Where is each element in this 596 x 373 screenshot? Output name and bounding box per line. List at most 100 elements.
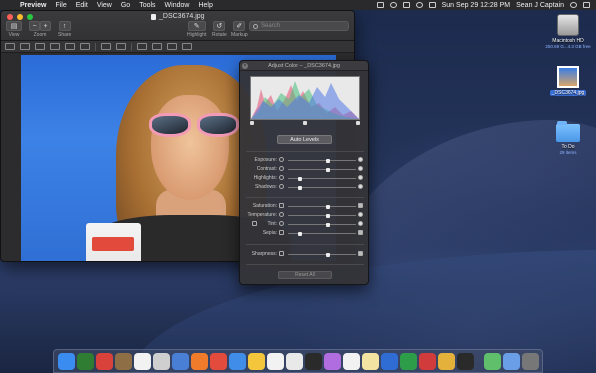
minimize-window-button[interactable] bbox=[17, 14, 23, 20]
highlights-knob[interactable] bbox=[297, 177, 302, 181]
close-panel-button[interactable]: × bbox=[242, 63, 248, 69]
selection-tool-icon[interactable] bbox=[5, 43, 15, 50]
dock-app-icon[interactable] bbox=[248, 352, 265, 370]
dock-app-icon[interactable] bbox=[324, 352, 341, 370]
dock-app-icon[interactable] bbox=[172, 352, 189, 370]
temperature-knob[interactable] bbox=[326, 214, 331, 218]
sharpness-slider[interactable] bbox=[288, 253, 356, 257]
text-style-icon[interactable] bbox=[182, 43, 192, 50]
menu-user[interactable]: Sean J Captain bbox=[516, 2, 564, 9]
black-point-handle[interactable] bbox=[250, 121, 254, 125]
dock-app-icon[interactable] bbox=[115, 352, 132, 370]
sign-tool-icon[interactable] bbox=[80, 43, 90, 50]
close-window-button[interactable] bbox=[7, 14, 13, 20]
white-point-handle[interactable] bbox=[356, 121, 360, 125]
sepia-knob[interactable] bbox=[297, 232, 302, 236]
tint-knob[interactable] bbox=[326, 223, 331, 227]
dock-app-icon[interactable] bbox=[267, 352, 284, 370]
menu-file[interactable]: File bbox=[55, 2, 66, 9]
rotate-group: ↺ Rotate bbox=[212, 21, 227, 38]
highlight-button[interactable]: ✎ bbox=[187, 21, 206, 31]
markup-button[interactable]: ✐ bbox=[233, 21, 246, 31]
dock-app-icon[interactable] bbox=[58, 352, 75, 370]
menu-clock[interactable]: Sun Sep 29 12:28 PM bbox=[442, 2, 511, 9]
menu-app-name[interactable]: Preview bbox=[20, 2, 46, 9]
dock-app-icon[interactable] bbox=[305, 352, 322, 370]
desktop-file-dsc3674[interactable]: _DSC3674.jpg bbox=[544, 66, 592, 96]
text-tool-icon[interactable] bbox=[65, 43, 75, 50]
dock-app-icon[interactable] bbox=[286, 352, 303, 370]
dropbox-icon[interactable] bbox=[376, 2, 384, 8]
volume-icon[interactable] bbox=[428, 2, 436, 8]
exposure-slider[interactable] bbox=[288, 159, 356, 163]
dock-app-icon[interactable] bbox=[503, 352, 520, 370]
temperature-slider[interactable] bbox=[288, 214, 356, 218]
menu-view[interactable]: View bbox=[97, 2, 112, 9]
shape-style-icon[interactable] bbox=[137, 43, 147, 50]
dock-app-icon[interactable] bbox=[438, 352, 455, 370]
dock-app-icon[interactable] bbox=[419, 352, 436, 370]
panel-divider bbox=[246, 151, 364, 152]
dock-app-icon[interactable] bbox=[522, 352, 539, 370]
sepia-slider[interactable] bbox=[288, 232, 356, 236]
contrast-knob[interactable] bbox=[326, 168, 331, 172]
menu-window[interactable]: Window bbox=[165, 2, 190, 9]
dock-app-icon[interactable] bbox=[343, 352, 360, 370]
rotate-button[interactable]: ↺ bbox=[213, 21, 226, 31]
dock-app-icon[interactable] bbox=[77, 352, 94, 370]
zoom-in-button[interactable]: + bbox=[40, 21, 51, 31]
dock-app-icon[interactable] bbox=[191, 352, 208, 370]
shapes-tool-icon[interactable] bbox=[50, 43, 60, 50]
sketch-tool-icon[interactable] bbox=[35, 43, 45, 50]
dock-app-icon[interactable] bbox=[381, 352, 398, 370]
highlights-label: Highlights: bbox=[253, 175, 277, 181]
dock-app-icon[interactable] bbox=[400, 352, 417, 370]
dock-app-icon[interactable] bbox=[484, 352, 501, 370]
zoom-out-button[interactable]: − bbox=[29, 21, 40, 31]
share-button[interactable]: ↑ bbox=[58, 21, 71, 31]
reset-all-button[interactable]: Reset All bbox=[278, 271, 332, 279]
sharpness-knob[interactable] bbox=[326, 253, 331, 257]
clock-status-icon[interactable] bbox=[389, 2, 397, 8]
zoom-window-button[interactable] bbox=[27, 14, 33, 20]
eyedropper-icon[interactable] bbox=[252, 221, 257, 226]
instant-alpha-icon[interactable] bbox=[20, 43, 30, 50]
saturation-knob[interactable] bbox=[326, 205, 331, 209]
dock-app-icon[interactable] bbox=[96, 352, 113, 370]
highlights-slider[interactable] bbox=[288, 177, 356, 181]
menu-go[interactable]: Go bbox=[121, 2, 130, 9]
view-button[interactable]: ▤ bbox=[6, 21, 22, 31]
menu-tools[interactable]: Tools bbox=[139, 2, 155, 9]
dock-app-icon[interactable] bbox=[229, 352, 246, 370]
menu-help[interactable]: Help bbox=[198, 2, 212, 9]
wifi-icon[interactable] bbox=[415, 2, 423, 8]
macintosh-hd-icon[interactable]: Macintosh HD 250.69 G...4.3 GB free bbox=[544, 14, 592, 49]
search-input[interactable]: Search bbox=[249, 21, 349, 31]
macintosh-hd-sublabel: 250.69 G...4.3 GB free bbox=[545, 44, 591, 49]
dock-app-icon[interactable] bbox=[153, 352, 170, 370]
contrast-min-icon bbox=[279, 166, 284, 171]
shadows-slider[interactable] bbox=[288, 186, 356, 190]
adjust-size-icon[interactable] bbox=[116, 43, 126, 50]
apple-menu-icon[interactable] bbox=[6, 1, 13, 9]
spotlight-icon[interactable] bbox=[570, 2, 577, 8]
border-color-icon[interactable] bbox=[152, 43, 162, 50]
notification-center-icon[interactable] bbox=[583, 2, 590, 8]
desktop-folder-to-do[interactable]: To Do 29 items bbox=[544, 121, 592, 155]
dock-app-icon[interactable] bbox=[457, 352, 474, 370]
tint-slider[interactable] bbox=[288, 223, 356, 227]
shadows-knob[interactable] bbox=[297, 186, 302, 190]
menu-edit[interactable]: Edit bbox=[76, 2, 88, 9]
fill-color-icon[interactable] bbox=[167, 43, 177, 50]
saturation-slider[interactable] bbox=[288, 205, 356, 209]
exposure-knob[interactable] bbox=[326, 159, 331, 163]
battery-icon[interactable] bbox=[402, 2, 410, 8]
auto-levels-button[interactable]: Auto Levels bbox=[277, 135, 332, 144]
midtone-handle[interactable] bbox=[303, 121, 307, 125]
adjust-color-icon[interactable] bbox=[101, 43, 111, 50]
photo-face bbox=[151, 95, 229, 200]
dock-app-icon[interactable] bbox=[362, 352, 379, 370]
dock-app-icon[interactable] bbox=[134, 352, 151, 370]
contrast-slider[interactable] bbox=[288, 168, 356, 172]
dock-app-icon[interactable] bbox=[210, 352, 227, 370]
